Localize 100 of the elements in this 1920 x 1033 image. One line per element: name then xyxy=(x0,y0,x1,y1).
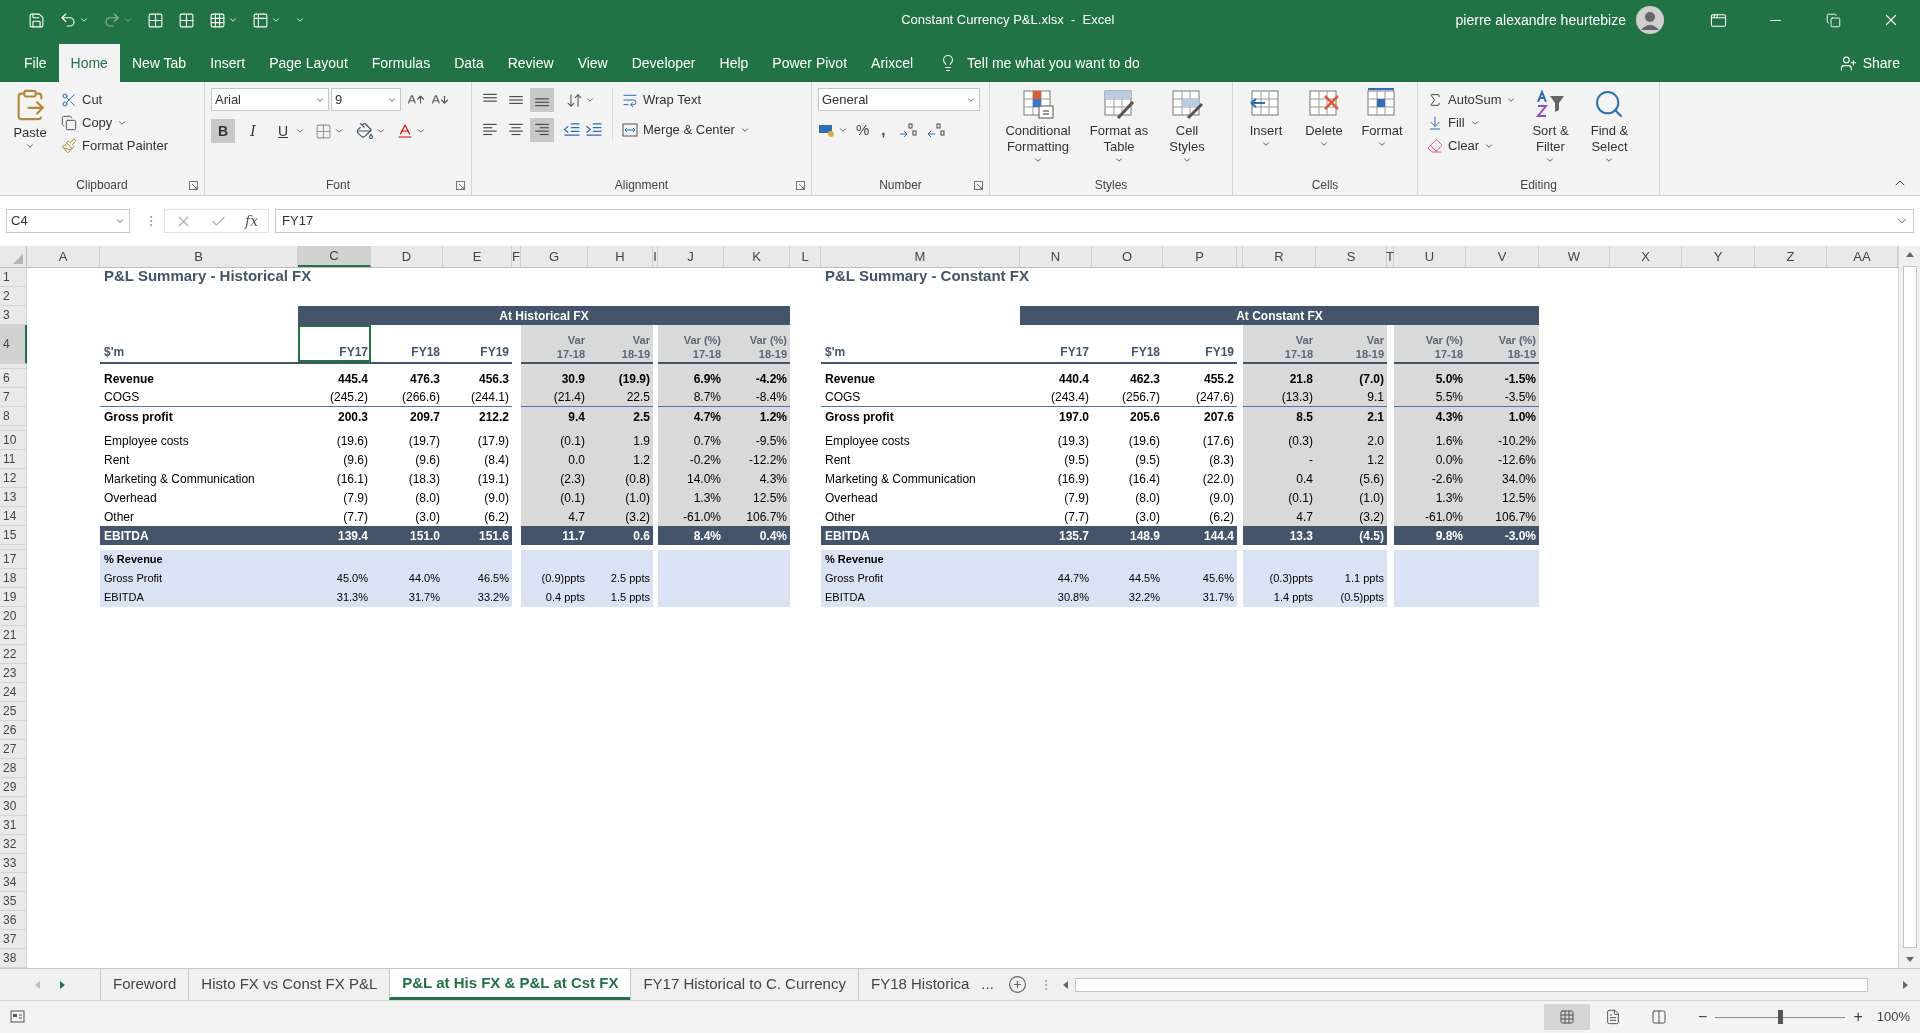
column-header[interactable]: L xyxy=(790,246,821,267)
zoom-thumb[interactable] xyxy=(1778,1010,1784,1024)
row-header[interactable]: 38 xyxy=(0,949,27,968)
font-size-field[interactable]: 9 xyxy=(331,88,401,111)
ribbon-display-icon[interactable] xyxy=(1709,11,1727,29)
view-button[interactable] xyxy=(1544,1004,1591,1030)
column-header[interactable]: J xyxy=(658,246,724,267)
row-header[interactable]: 27 xyxy=(0,740,27,759)
caret-icon[interactable] xyxy=(79,15,89,25)
row-header[interactable]: 30 xyxy=(0,797,27,816)
menu-tab[interactable]: Data xyxy=(442,44,496,82)
caret-icon[interactable] xyxy=(1377,139,1387,149)
grid-icon[interactable] xyxy=(209,11,226,29)
clear-button[interactable]: Clear xyxy=(1424,134,1520,157)
menu-tab[interactable]: Formulas xyxy=(359,44,443,82)
grid-icon[interactable] xyxy=(178,11,195,29)
tell-me-field[interactable]: Tell me what you want to do xyxy=(967,52,1140,74)
formula-field[interactable]: FY17 xyxy=(275,209,1914,233)
orientation-icon[interactable] xyxy=(566,91,583,109)
menu-tab[interactable]: View xyxy=(565,44,620,82)
caret-icon[interactable] xyxy=(271,15,281,25)
cells-button[interactable]: Format xyxy=(1355,88,1409,149)
dialog-launcher-icon[interactable] xyxy=(456,181,465,190)
row-header[interactable]: 34 xyxy=(0,873,27,892)
row-header[interactable]: 20 xyxy=(0,607,27,626)
row-header[interactable]: 11 xyxy=(0,450,27,469)
menu-tab[interactable]: Home xyxy=(58,44,120,82)
macro-record-icon[interactable] xyxy=(10,1010,26,1024)
column-header[interactable]: X xyxy=(1610,246,1682,267)
row-header[interactable]: 6 xyxy=(0,369,27,388)
scroll-right-icon[interactable] xyxy=(59,979,67,990)
caret-icon[interactable] xyxy=(228,15,238,25)
row-header[interactable]: 24 xyxy=(0,683,27,702)
column-header[interactable]: K xyxy=(724,246,790,267)
decrease-decimal-icon[interactable] xyxy=(925,122,946,139)
insert-function-button[interactable]: fx xyxy=(245,210,259,232)
row-header[interactable]: 23 xyxy=(0,664,27,683)
avatar-icon[interactable] xyxy=(1636,6,1664,34)
sort-filter-button[interactable]: Sort & Filter xyxy=(1523,88,1578,165)
caret-icon[interactable] xyxy=(416,126,426,136)
column-header[interactable]: O xyxy=(1092,246,1163,267)
underline-button[interactable]: U xyxy=(271,119,295,143)
zoom-slider[interactable] xyxy=(1715,1010,1846,1024)
row-header[interactable]: 25 xyxy=(0,702,27,721)
menu-tab[interactable]: Arixcel xyxy=(859,44,926,82)
find-select-button[interactable]: Find & Select xyxy=(1581,88,1638,165)
menu-tab[interactable]: New Tab xyxy=(119,44,199,82)
bold-button[interactable]: B xyxy=(211,119,235,143)
wrap-text-button[interactable]: Wrap Text xyxy=(619,88,753,111)
column-header[interactable]: R xyxy=(1243,246,1316,267)
column-header[interactable]: A xyxy=(27,246,100,267)
row-header[interactable]: 26 xyxy=(0,721,27,740)
caret-icon[interactable] xyxy=(1319,139,1329,149)
row-header[interactable]: 2 xyxy=(0,287,27,306)
caret-icon[interactable] xyxy=(295,126,305,136)
align-bottom-icon[interactable] xyxy=(530,88,554,112)
font-name-field[interactable]: Arial xyxy=(211,88,329,111)
name-box[interactable]: C4 xyxy=(6,209,130,233)
row-header[interactable]: 12 xyxy=(0,469,27,488)
column-header[interactable]: T xyxy=(1387,246,1394,267)
row-header[interactable]: 32 xyxy=(0,835,27,854)
percent-button[interactable]: % xyxy=(856,119,870,142)
fill-button[interactable]: Fill xyxy=(1424,111,1520,134)
share-button[interactable]: Share xyxy=(1839,44,1900,82)
column-header[interactable]: I xyxy=(653,246,658,267)
dialog-launcher-icon[interactable] xyxy=(974,181,983,190)
row-header[interactable]: 1 xyxy=(0,268,27,287)
autosum-button[interactable]: AutoSum xyxy=(1424,88,1520,111)
column-header[interactable]: U xyxy=(1394,246,1466,267)
menu-tab[interactable]: Review xyxy=(495,44,566,82)
menu-tab[interactable]: File xyxy=(12,44,59,82)
row-header[interactable]: 37 xyxy=(0,930,27,949)
merge-center-button[interactable]: Merge & Center xyxy=(619,118,753,141)
row-header[interactable]: 8 xyxy=(0,407,27,426)
increase-decimal-icon[interactable] xyxy=(897,122,918,139)
menu-tab[interactable]: Page Layout xyxy=(257,44,360,82)
style-button[interactable]: Format as Table xyxy=(1084,88,1154,165)
row-header[interactable]: 36 xyxy=(0,911,27,930)
menu-tab[interactable]: Developer xyxy=(619,44,708,82)
row-header[interactable]: 3 xyxy=(0,306,27,325)
caret-icon[interactable] xyxy=(1114,155,1124,165)
caret-icon[interactable] xyxy=(585,95,595,105)
column-header[interactable]: F xyxy=(512,246,521,267)
column-header[interactable]: N xyxy=(1020,246,1092,267)
comma-button[interactable]: , xyxy=(877,119,890,142)
zoom-out-button[interactable]: − xyxy=(1698,1005,1708,1029)
menu-tab[interactable]: Insert xyxy=(198,44,258,82)
cells-button[interactable]: Delete xyxy=(1297,88,1351,149)
column-header[interactable]: V xyxy=(1466,246,1539,267)
column-header[interactable]: E xyxy=(443,246,512,267)
caret-icon[interactable] xyxy=(376,126,386,136)
row-header[interactable]: 14 xyxy=(0,507,27,526)
caret-icon[interactable] xyxy=(1182,155,1192,165)
cells-button[interactable]: Insert xyxy=(1239,88,1293,149)
column-header[interactable]: C xyxy=(298,246,371,267)
row-header[interactable]: 7 xyxy=(0,388,27,407)
number-format-field[interactable]: General xyxy=(818,88,980,111)
more-sheets-button[interactable]: ... xyxy=(981,969,1002,1000)
vertical-scrollbar[interactable] xyxy=(1898,246,1920,968)
zoom-level[interactable]: 100% xyxy=(1876,1007,1910,1027)
